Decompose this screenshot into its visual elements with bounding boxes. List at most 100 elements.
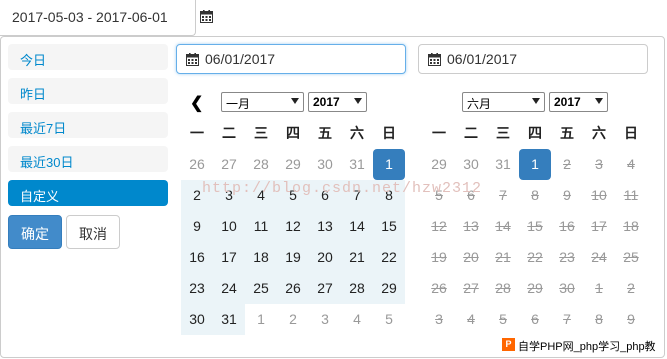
day-cell[interactable]: 11 [615, 180, 647, 211]
day-cell[interactable]: 2 [551, 149, 583, 180]
day-cell[interactable]: 22 [373, 242, 405, 273]
day-cell[interactable]: 19 [423, 242, 455, 273]
calendar-icon[interactable] [200, 10, 213, 28]
day-cell[interactable]: 3 [309, 304, 341, 335]
cancel-button[interactable]: 取消 [66, 215, 120, 249]
day-cell[interactable]: 22 [519, 242, 551, 273]
day-cell[interactable]: 3 [423, 304, 455, 335]
day-cell[interactable]: 2 [277, 304, 309, 335]
left-year-select[interactable]: 2017 [308, 92, 367, 112]
day-cell[interactable]: 1 [373, 149, 405, 180]
day-cell[interactable]: 17 [583, 211, 615, 242]
prev-month-chevron-icon[interactable]: ❮ [190, 93, 203, 113]
start-date-input[interactable]: 06/01/2017 [176, 44, 406, 74]
left-month-select[interactable]: 一月 [221, 92, 304, 112]
day-cell[interactable]: 21 [487, 242, 519, 273]
day-cell[interactable]: 5 [423, 180, 455, 211]
day-cell[interactable]: 31 [213, 304, 245, 335]
day-cell[interactable]: 14 [341, 211, 373, 242]
date-range-input[interactable]: 2017-05-03 - 2017-06-01 [0, 0, 196, 36]
day-cell[interactable]: 7 [341, 180, 373, 211]
day-cell[interactable]: 28 [245, 149, 277, 180]
day-cell[interactable]: 5 [487, 304, 519, 335]
day-cell[interactable]: 5 [277, 180, 309, 211]
day-cell[interactable]: 19 [277, 242, 309, 273]
day-cell[interactable]: 5 [373, 304, 405, 335]
day-cell[interactable]: 7 [487, 180, 519, 211]
day-cell[interactable]: 9 [551, 180, 583, 211]
day-cell[interactable]: 27 [309, 273, 341, 304]
day-cell[interactable]: 21 [341, 242, 373, 273]
day-cell[interactable]: 8 [519, 180, 551, 211]
day-cell[interactable]: 4 [455, 304, 487, 335]
day-cell[interactable]: 10 [583, 180, 615, 211]
right-month-select[interactable]: 六月 [462, 92, 545, 112]
day-cell[interactable]: 6 [309, 180, 341, 211]
apply-button[interactable]: 确定 [8, 215, 62, 249]
day-cell[interactable]: 31 [487, 149, 519, 180]
day-cell[interactable]: 12 [277, 211, 309, 242]
day-cell[interactable]: 14 [487, 211, 519, 242]
day-cell[interactable]: 31 [341, 149, 373, 180]
day-cell[interactable]: 29 [423, 149, 455, 180]
day-cell[interactable]: 8 [373, 180, 405, 211]
day-cell[interactable]: 13 [455, 211, 487, 242]
day-cell[interactable]: 18 [245, 242, 277, 273]
day-cell[interactable]: 8 [583, 304, 615, 335]
day-cell[interactable]: 3 [213, 180, 245, 211]
day-cell[interactable]: 23 [181, 273, 213, 304]
day-cell[interactable]: 6 [519, 304, 551, 335]
day-cell[interactable]: 26 [423, 273, 455, 304]
right-year-select[interactable]: 2017 [549, 92, 608, 112]
range-last-30-days[interactable]: 最近30日 [8, 146, 168, 172]
day-cell[interactable]: 2 [181, 180, 213, 211]
day-cell[interactable]: 29 [373, 273, 405, 304]
day-cell[interactable]: 4 [341, 304, 373, 335]
range-today[interactable]: 今日 [8, 44, 168, 70]
day-cell[interactable]: 20 [309, 242, 341, 273]
day-cell[interactable]: 13 [309, 211, 341, 242]
day-cell[interactable]: 4 [615, 149, 647, 180]
day-cell[interactable]: 1 [519, 149, 551, 180]
day-cell[interactable]: 24 [213, 273, 245, 304]
day-cell[interactable]: 27 [213, 149, 245, 180]
day-cell[interactable]: 9 [181, 211, 213, 242]
day-cell[interactable]: 1 [583, 273, 615, 304]
day-cell[interactable]: 20 [455, 242, 487, 273]
day-cell[interactable]: 24 [583, 242, 615, 273]
day-cell[interactable]: 28 [341, 273, 373, 304]
day-cell[interactable]: 23 [551, 242, 583, 273]
day-cell[interactable]: 17 [213, 242, 245, 273]
day-cell[interactable]: 26 [181, 149, 213, 180]
day-cell[interactable]: 2 [615, 273, 647, 304]
day-cell[interactable]: 29 [519, 273, 551, 304]
day-cell[interactable]: 6 [455, 180, 487, 211]
day-cell[interactable]: 29 [277, 149, 309, 180]
day-cell[interactable]: 30 [551, 273, 583, 304]
day-cell[interactable]: 25 [615, 242, 647, 273]
day-cell[interactable]: 9 [615, 304, 647, 335]
day-cell[interactable]: 7 [551, 304, 583, 335]
day-cell[interactable]: 1 [245, 304, 277, 335]
day-cell[interactable]: 11 [245, 211, 277, 242]
day-cell[interactable]: 15 [519, 211, 551, 242]
day-cell[interactable]: 12 [423, 211, 455, 242]
day-cell[interactable]: 10 [213, 211, 245, 242]
day-cell[interactable]: 30 [181, 304, 213, 335]
day-cell[interactable]: 27 [455, 273, 487, 304]
day-cell[interactable]: 3 [583, 149, 615, 180]
day-cell[interactable]: 16 [551, 211, 583, 242]
range-custom[interactable]: 自定义 [8, 180, 168, 206]
range-last-7-days[interactable]: 最近7日 [8, 112, 168, 138]
end-date-input[interactable]: 06/01/2017 [418, 44, 648, 74]
day-cell[interactable]: 30 [309, 149, 341, 180]
day-cell[interactable]: 26 [277, 273, 309, 304]
day-cell[interactable]: 4 [245, 180, 277, 211]
day-cell[interactable]: 15 [373, 211, 405, 242]
day-cell[interactable]: 30 [455, 149, 487, 180]
day-cell[interactable]: 28 [487, 273, 519, 304]
range-yesterday[interactable]: 昨日 [8, 78, 168, 104]
day-cell[interactable]: 16 [181, 242, 213, 273]
day-cell[interactable]: 25 [245, 273, 277, 304]
day-cell[interactable]: 18 [615, 211, 647, 242]
